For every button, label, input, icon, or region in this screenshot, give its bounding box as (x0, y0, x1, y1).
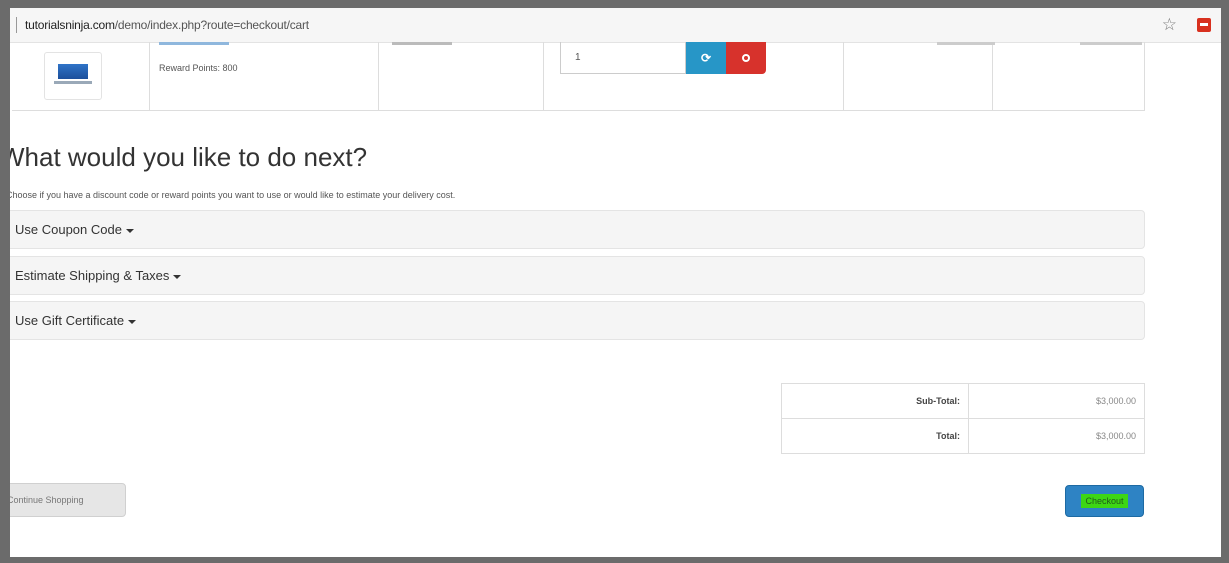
continue-shopping-button[interactable]: Continue Shopping (10, 483, 126, 517)
coupon-code-panel[interactable]: Use Coupon Code (10, 210, 1145, 249)
product-name-link[interactable] (159, 42, 229, 45)
subtotal-label: Sub-Total: (781, 383, 969, 419)
unit-price-text (937, 42, 995, 45)
remove-item-button[interactable] (726, 42, 766, 74)
caret-down-icon (173, 274, 182, 279)
browser-window: tutorialsninja.com/demo/index.php?route=… (0, 0, 1229, 563)
cart-product-row: Reward Points: 800 1 ⟳ (12, 42, 1145, 111)
caret-down-icon (128, 319, 137, 324)
remove-icon (742, 54, 750, 62)
total-label: Total: (781, 418, 969, 454)
quantity-input[interactable]: 1 (560, 42, 686, 74)
gift-certificate-label: Use Gift Certificate (15, 313, 125, 328)
url-text[interactable]: tutorialsninja.com/demo/index.php?route=… (25, 18, 309, 32)
product-model-text (392, 42, 452, 45)
product-thumbnail-screen (58, 64, 88, 79)
shipping-taxes-label: Estimate Shipping & Taxes (15, 268, 170, 283)
cart-name-cell: Reward Points: 800 (149, 42, 379, 110)
update-quantity-button[interactable]: ⟳ (686, 42, 726, 74)
product-thumbnail[interactable] (44, 52, 102, 100)
address-divider (16, 17, 17, 33)
subtotal-row: Sub-Total: $3,000.00 (781, 383, 1145, 419)
coupon-code-title[interactable]: Use Coupon Code (15, 222, 134, 237)
url-host: tutorialsninja.com (25, 18, 115, 32)
star-icon[interactable]: ☆ (1162, 15, 1177, 35)
url-path: /demo/index.php?route=checkout/cart (114, 18, 309, 32)
gift-certificate-title[interactable]: Use Gift Certificate (15, 313, 137, 328)
total-value: $3,000.00 (968, 418, 1145, 454)
shipping-taxes-title[interactable]: Estimate Shipping & Taxes (15, 268, 182, 283)
checkout-label: Checkout (1081, 494, 1128, 508)
total-row: Total: $3,000.00 (781, 418, 1145, 454)
row-total-text (1080, 42, 1142, 45)
reward-points-text: Reward Points: 800 (159, 63, 238, 73)
product-thumbnail-base (54, 81, 92, 84)
coupon-code-label: Use Coupon Code (15, 222, 122, 237)
cart-image-cell (12, 42, 150, 110)
next-steps-description: Choose if you have a discount code or re… (6, 190, 456, 200)
totals-table: Sub-Total: $3,000.00 Total: $3,000.00 (781, 383, 1145, 454)
cart-unit-price-cell (843, 42, 995, 110)
cart-model-cell (378, 42, 544, 110)
shipping-taxes-panel[interactable]: Estimate Shipping & Taxes (10, 256, 1145, 295)
checkout-button[interactable]: Checkout (1065, 485, 1144, 517)
caret-down-icon (125, 228, 134, 233)
next-steps-heading: What would you like to do next? (0, 142, 368, 172)
cart-total-cell (992, 42, 1145, 110)
subtotal-value: $3,000.00 (968, 383, 1145, 419)
refresh-icon: ⟳ (700, 51, 712, 65)
gift-certificate-panel[interactable]: Use Gift Certificate (10, 301, 1145, 340)
address-bar[interactable]: tutorialsninja.com/demo/index.php?route=… (10, 8, 1221, 43)
extension-icon[interactable] (1197, 18, 1211, 32)
